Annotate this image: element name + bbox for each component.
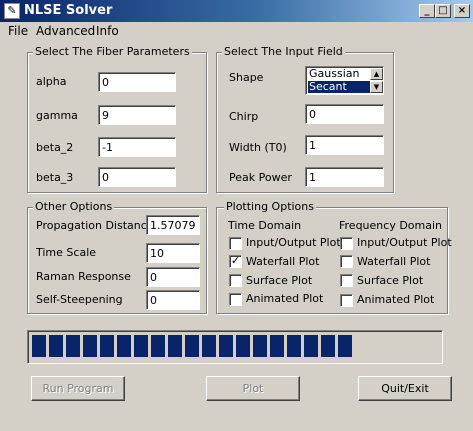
progress-segment (253, 335, 267, 357)
progress-segment (185, 335, 199, 357)
title-bar[interactable]: ✎ NLSE Solver _ □ × (0, 0, 473, 22)
progress-segment (49, 335, 63, 357)
progress-segment (321, 335, 335, 357)
progress-segment (202, 335, 216, 357)
propagation-distance-label: Propagation Distance (36, 219, 154, 232)
alpha-input[interactable] (98, 72, 176, 92)
progress-segment (304, 335, 318, 357)
input-field-title: Select The Input Field (222, 45, 345, 58)
progress-bar (27, 330, 443, 364)
gamma-input[interactable] (98, 105, 176, 125)
progress-segment (338, 335, 352, 357)
freq-animated-plot-label: Animated Plot (357, 293, 435, 306)
run-program-button[interactable]: Run Program (31, 376, 125, 401)
app-icon[interactable]: ✎ (4, 3, 20, 19)
minimize-button[interactable]: _ (419, 4, 435, 18)
freq-io-plot-checkbox[interactable] (340, 237, 353, 250)
time-surface-plot-checkbox[interactable] (229, 274, 242, 287)
beta2-label: beta_2 (36, 141, 74, 154)
progress-segment (117, 335, 131, 357)
propagation-distance-input[interactable] (146, 215, 200, 235)
raman-response-label: Raman Response (36, 270, 131, 283)
freq-io-plot-label: Input/Output Plot (357, 236, 452, 249)
window-title: NLSE Solver (24, 3, 113, 18)
scroll-up-icon[interactable]: ▲ (370, 68, 383, 80)
shape-label: Shape (229, 71, 264, 84)
peak-power-input[interactable] (305, 167, 384, 187)
menu-advanced[interactable]: Advanced (36, 24, 95, 38)
progress-segment (66, 335, 80, 357)
shape-option-secant[interactable]: Secant (308, 81, 372, 93)
progress-segment (100, 335, 114, 357)
width-label: Width (T0) (229, 141, 287, 154)
quit-exit-button[interactable]: Quit/Exit (358, 376, 452, 401)
width-input[interactable] (305, 135, 384, 155)
menu-file[interactable]: File (8, 24, 28, 38)
plot-button[interactable]: Plot (206, 376, 300, 401)
freq-waterfall-plot-label: Waterfall Plot (357, 255, 431, 268)
progress-segment (168, 335, 182, 357)
progress-segment (32, 335, 46, 357)
time-waterfall-plot-label: Waterfall Plot (246, 255, 320, 268)
close-button[interactable]: × (454, 4, 470, 18)
gamma-label: gamma (36, 109, 78, 122)
self-steepening-input[interactable] (146, 290, 200, 310)
progress-segment (270, 335, 284, 357)
self-steepening-label: Self-Steepening (36, 293, 123, 306)
chirp-input[interactable] (305, 104, 384, 124)
menu-info[interactable]: Info (96, 24, 119, 38)
progress-segment (151, 335, 165, 357)
freq-waterfall-plot-checkbox[interactable] (340, 255, 353, 268)
time-waterfall-plot-checkbox[interactable]: ✓ (229, 255, 242, 268)
plotting-options-title: Plotting Options (224, 200, 316, 213)
time-animated-plot-label: Animated Plot (246, 292, 324, 305)
chirp-label: Chirp (229, 110, 259, 123)
progress-segment (287, 335, 301, 357)
maximize-button[interactable]: □ (435, 4, 451, 18)
progress-segment (219, 335, 233, 357)
raman-response-input[interactable] (146, 267, 200, 287)
beta3-label: beta_3 (36, 171, 74, 184)
shape-option-gaussian[interactable]: Gaussian (308, 68, 372, 80)
other-options-title: Other Options (33, 200, 115, 213)
progress-segment (236, 335, 250, 357)
freq-surface-plot-label: Surface Plot (357, 274, 424, 287)
fiber-parameters-title: Select The Fiber Parameters (33, 45, 192, 58)
progress-segment (134, 335, 148, 357)
alpha-label: alpha (36, 75, 67, 88)
time-io-plot-label: Input/Output Plot (246, 236, 341, 249)
freq-animated-plot-checkbox[interactable] (340, 294, 353, 307)
time-animated-plot-checkbox[interactable] (229, 293, 242, 306)
time-surface-plot-label: Surface Plot (246, 274, 313, 287)
freq-surface-plot-checkbox[interactable] (340, 274, 353, 287)
peak-power-label: Peak Power (229, 171, 292, 184)
time-domain-header: Time Domain (228, 219, 302, 232)
time-scale-label: Time Scale (36, 246, 97, 259)
time-scale-input[interactable] (146, 243, 200, 263)
beta2-input[interactable] (98, 137, 176, 157)
time-io-plot-checkbox[interactable] (229, 237, 242, 250)
frequency-domain-header: Frequency Domain (339, 219, 443, 232)
progress-segment (83, 335, 97, 357)
shape-listbox[interactable]: Gaussian Secant ▲ ▼ (305, 66, 384, 95)
scroll-down-icon[interactable]: ▼ (370, 81, 383, 93)
beta3-input[interactable] (98, 167, 176, 187)
